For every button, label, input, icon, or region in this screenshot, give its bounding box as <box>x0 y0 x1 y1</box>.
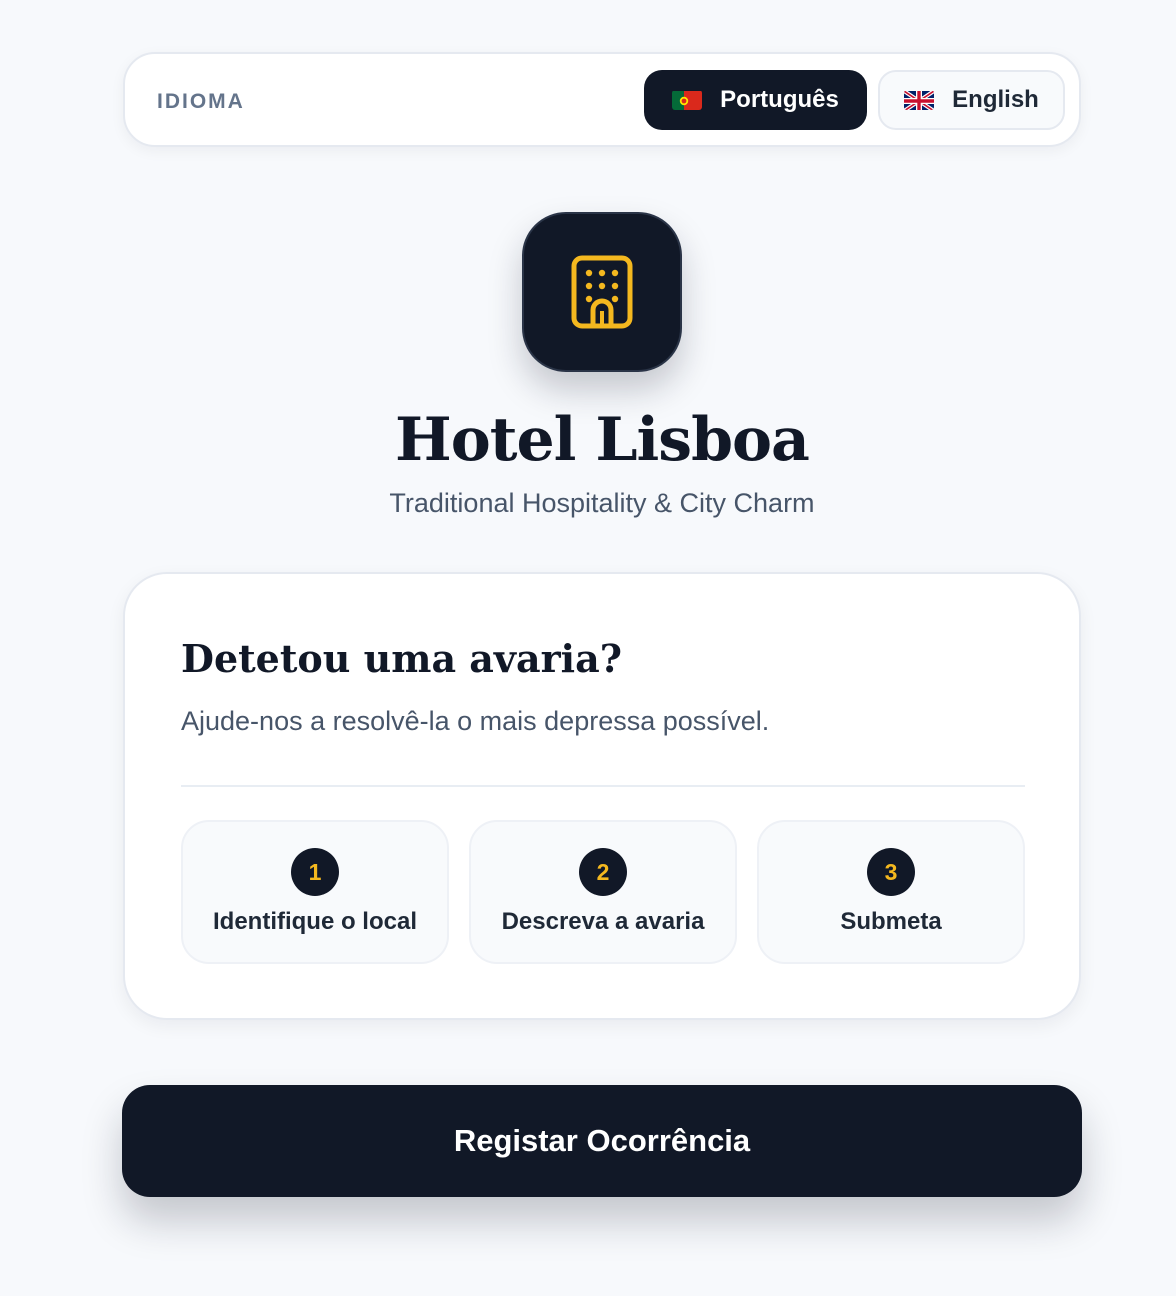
hotel-building-icon <box>571 255 633 329</box>
step-number-badge: 2 <box>579 848 627 896</box>
uk-flag-icon <box>904 90 935 110</box>
language-option-english[interactable]: English <box>878 70 1065 130</box>
portugal-flag-icon <box>672 90 703 110</box>
step-label: Descreva a avaria <box>501 908 705 935</box>
step-number-badge: 3 <box>867 848 915 896</box>
card-title: Detetou uma avaria? <box>181 636 622 681</box>
hotel-logo <box>522 212 682 372</box>
step-card: 3 Submeta <box>757 820 1025 964</box>
divider <box>181 785 1025 787</box>
hotel-name: Hotel Lisboa <box>395 405 810 475</box>
language-option-label: English <box>952 86 1039 113</box>
register-occurrence-button[interactable]: Registar Ocorrência <box>122 1085 1082 1197</box>
hotel-tagline: Traditional Hospitality & City Charm <box>389 488 815 518</box>
language-selector: IDIOMA Português English <box>123 52 1081 147</box>
step-card: 1 Identifique o local <box>181 820 449 964</box>
language-option-portuguese[interactable]: Português <box>644 70 867 130</box>
language-option-label: Português <box>720 86 839 113</box>
report-info-card: Detetou uma avaria? Ajude-nos a resolvê-… <box>123 572 1081 1020</box>
step-card: 2 Descreva a avaria <box>469 820 737 964</box>
step-number-badge: 1 <box>291 848 339 896</box>
step-label: Submeta <box>840 908 942 935</box>
language-label: IDIOMA <box>157 90 245 113</box>
step-label: Identifique o local <box>212 908 417 935</box>
card-subtitle: Ajude-nos a resolvê-la o mais depressa p… <box>181 706 770 736</box>
